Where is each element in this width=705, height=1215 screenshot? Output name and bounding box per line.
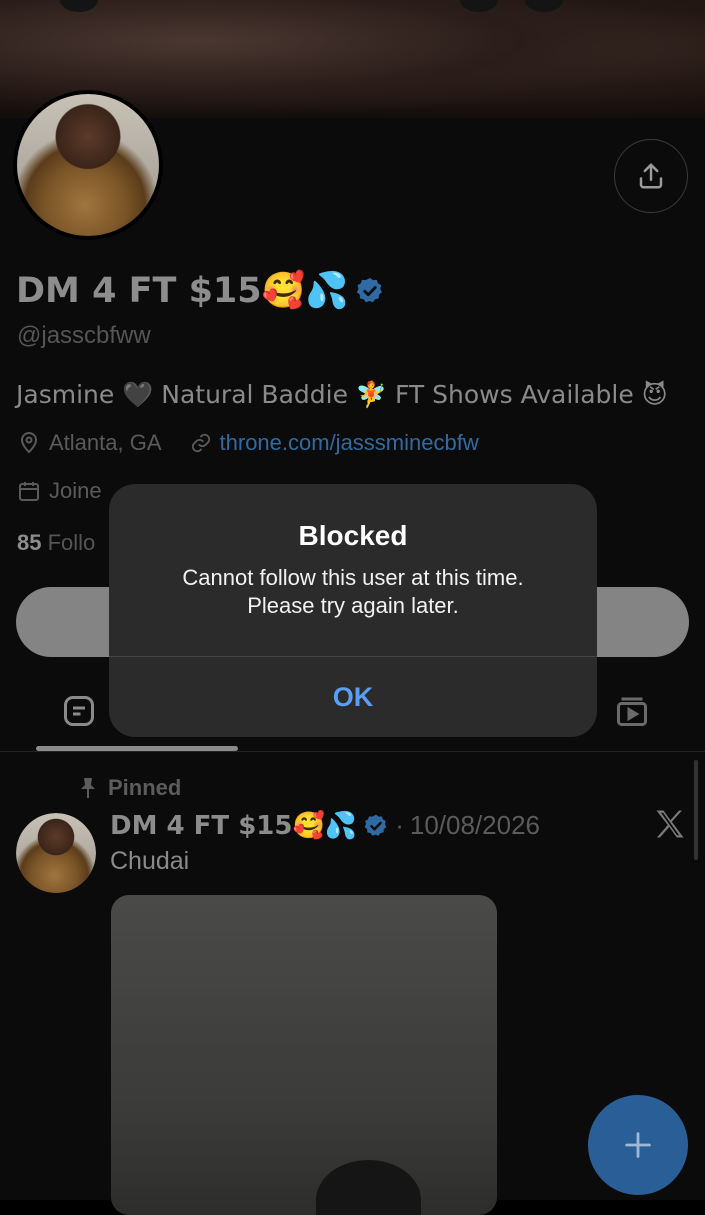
- banner-top-button[interactable]: [525, 0, 563, 12]
- tabs-divider: [0, 751, 705, 752]
- alert-ok-button[interactable]: OK: [109, 657, 597, 737]
- profile-meta: Atlanta, GA throne.com/jasssminecbfw: [17, 430, 479, 456]
- calendar-icon: [19, 482, 39, 501]
- tweet-text: Chudai: [110, 847, 190, 875]
- banner-top-button[interactable]: [460, 0, 498, 12]
- tweet-author-avatar[interactable]: [16, 813, 96, 893]
- compose-button[interactable]: [588, 1095, 688, 1195]
- plus-icon: [625, 1132, 651, 1158]
- profile-handle: @jasscbfww: [17, 322, 151, 349]
- tweet-separator: ·: [395, 810, 404, 840]
- alert-title: Blocked: [298, 520, 408, 551]
- pin-icon: [81, 778, 95, 798]
- profile-display-name-row: DM 4 FT $15🥰💦: [16, 270, 385, 311]
- tweet-author-name[interactable]: DM 4 FT $15🥰💦: [110, 811, 357, 841]
- tweet-media-image[interactable]: [111, 895, 497, 1215]
- tab-media-icon[interactable]: [614, 693, 650, 729]
- profile-display-name: DM 4 FT $15🥰💦: [16, 271, 349, 311]
- profile-joined-text: Joine: [49, 478, 102, 503]
- share-button[interactable]: [614, 139, 688, 213]
- scrollbar[interactable]: [694, 760, 698, 860]
- profile-website-link[interactable]: throne.com/jasssminecbfw: [220, 430, 479, 456]
- pinned-label: Pinned: [108, 775, 182, 800]
- profile-joined: Joine: [17, 478, 102, 504]
- link-icon: [191, 433, 210, 453]
- pinned-label-row: Pinned: [78, 775, 181, 801]
- share-icon: [639, 163, 663, 189]
- profile-location: Atlanta, GA: [49, 430, 162, 455]
- profile-bio: Jasmine 🖤 Natural Baddie 🧚 FT Shows Avai…: [16, 380, 668, 409]
- tweet-header: DM 4 FT $15🥰💦 · 10/08/2026: [110, 810, 540, 841]
- tab-posts-icon[interactable]: [61, 693, 97, 729]
- alert-message-line-1: Cannot follow this user at this time.: [182, 565, 524, 590]
- alert-message-line-2: Please try again later.: [247, 593, 459, 618]
- profile-avatar[interactable]: [13, 90, 163, 240]
- tweet-date: 10/08/2026: [409, 810, 541, 840]
- following-label: Follo: [41, 530, 96, 555]
- blocked-alert-dialog: Blocked Cannot follow this user at this …: [109, 484, 597, 737]
- location-icon: [20, 432, 38, 454]
- following-count: 85: [17, 530, 42, 555]
- alert-message: Cannot follow this user at this time. Pl…: [129, 564, 577, 620]
- verified-icon[interactable]: [355, 276, 385, 306]
- verified-icon: [364, 814, 387, 836]
- banner-top-button[interactable]: [60, 0, 98, 12]
- profile-follow-stats[interactable]: 85 Follo: [17, 530, 95, 556]
- x-logo-icon[interactable]: [652, 806, 688, 842]
